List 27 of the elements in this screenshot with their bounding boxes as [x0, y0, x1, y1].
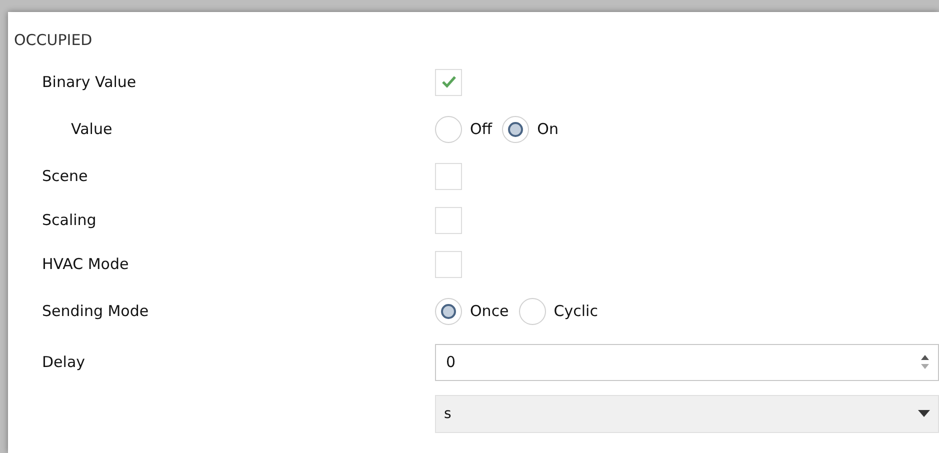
checkmark-icon: [440, 75, 456, 89]
unit-dropdown[interactable]: s: [435, 395, 939, 433]
field-value: 0: [446, 352, 457, 373]
radio-label: Off: [470, 118, 492, 140]
number-field[interactable]: 0: [435, 344, 939, 380]
radio-button[interactable]: [435, 116, 462, 142]
setting-label: HVAC Mode: [42, 255, 129, 273]
radio-label: Once: [470, 300, 509, 322]
checkbox[interactable]: [435, 68, 462, 96]
checkbox[interactable]: [435, 250, 462, 278]
setting-label: Sending Mode: [42, 302, 149, 320]
dropdown-value: s: [444, 404, 452, 424]
caret-down-icon: [918, 410, 930, 418]
checkbox[interactable]: [435, 162, 462, 190]
setting-label: Delay: [42, 353, 86, 371]
section-heading: OCCUPIED: [14, 31, 92, 49]
checkbox[interactable]: [435, 206, 462, 234]
spinner-icon[interactable]: [920, 353, 930, 371]
radio-button[interactable]: [435, 298, 462, 324]
radio-button[interactable]: [502, 116, 530, 142]
setting-label: Binary Value: [42, 73, 136, 91]
radio-label: On: [537, 118, 558, 140]
setting-label: Scaling: [42, 211, 96, 229]
setting-label: Scene: [42, 167, 88, 185]
radio-label: Cyclic: [554, 300, 598, 322]
radio-button[interactable]: [518, 298, 546, 324]
setting-label: Value: [71, 120, 112, 138]
